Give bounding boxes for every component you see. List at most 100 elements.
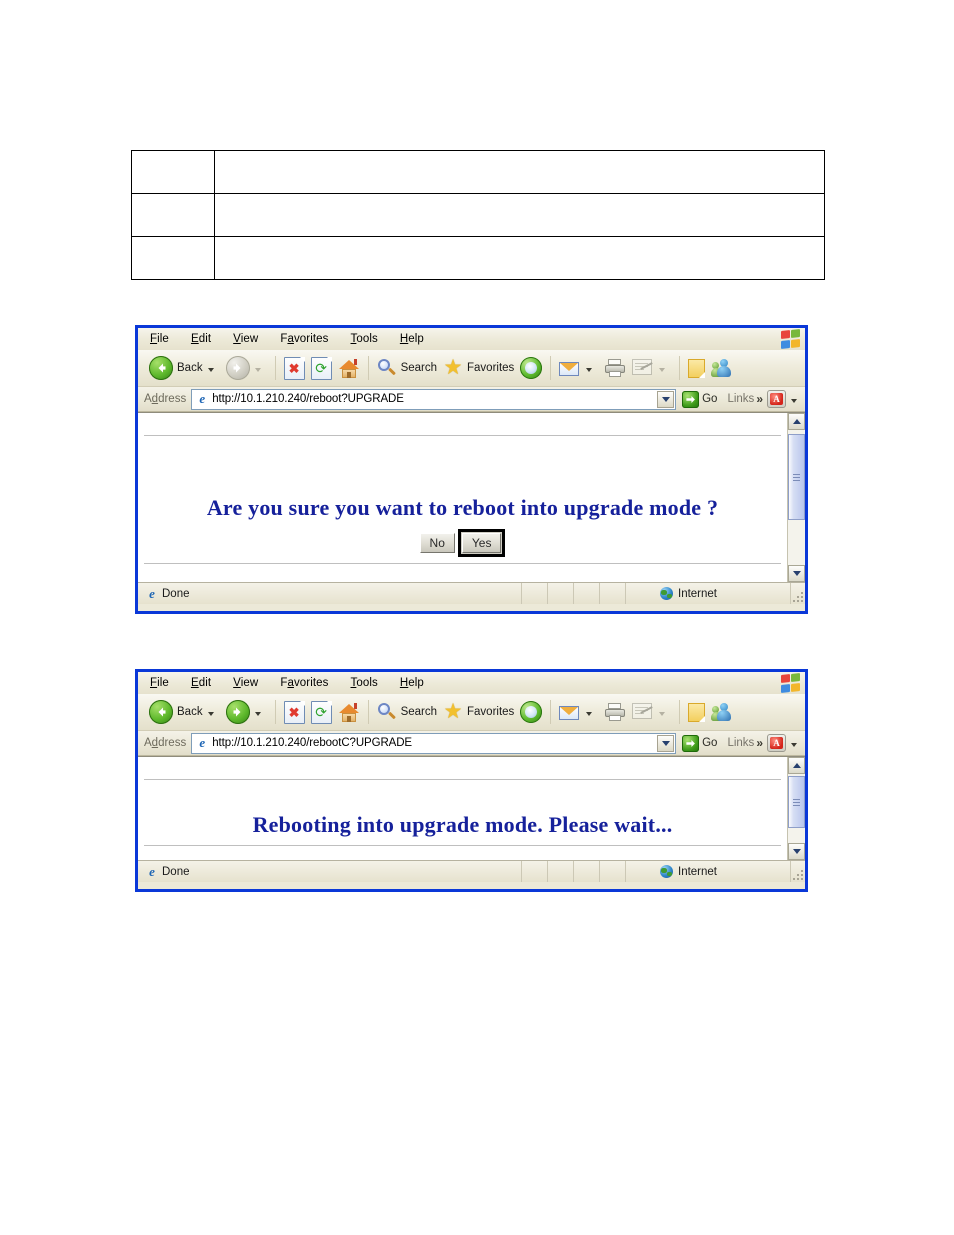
- media-button[interactable]: [517, 697, 545, 727]
- toolbar-divider: [679, 356, 681, 380]
- back-button-label: Back: [177, 362, 203, 374]
- adobe-pdf-icon[interactable]: A: [767, 390, 786, 408]
- mail-button[interactable]: [556, 697, 601, 727]
- home-icon: [338, 358, 360, 379]
- address-input[interactable]: e http://10.1.210.240/reboot?UPGRADE: [191, 388, 677, 410]
- scroll-up-button[interactable]: [788, 757, 805, 774]
- menu-item-tools[interactable]: Tools: [351, 677, 378, 689]
- menu-item-help[interactable]: Help: [400, 677, 424, 689]
- print-button[interactable]: [601, 353, 629, 383]
- status-segment: [548, 861, 574, 882]
- home-button[interactable]: [335, 697, 363, 727]
- edit-dropdown-icon: [659, 711, 666, 716]
- refresh-icon: ⟳: [310, 700, 332, 724]
- status-message: Done: [162, 587, 190, 600]
- scrollbar-grip-icon: [793, 472, 800, 483]
- menu-item-favorites[interactable]: Favorites: [280, 333, 328, 345]
- main-toolbar: Back ✖ ⟳ Search ★ Favorites: [138, 350, 805, 387]
- adobe-pdf-icon[interactable]: A: [767, 734, 786, 752]
- messenger-button[interactable]: [708, 697, 736, 727]
- favorites-button[interactable]: ★ Favorites: [440, 697, 517, 727]
- mail-button[interactable]: [556, 353, 601, 383]
- status-bar: e Done Internet: [138, 582, 805, 604]
- back-button[interactable]: Back: [146, 353, 223, 383]
- page-heading: Are you sure you want to reboot into upg…: [206, 495, 719, 520]
- scrollbar-track[interactable]: [788, 774, 805, 843]
- security-zone-cell: Internet: [626, 861, 791, 882]
- address-bar-label: Address: [144, 393, 187, 405]
- menu-item-view[interactable]: View: [233, 677, 258, 689]
- menu-item-file[interactable]: File: [150, 333, 169, 345]
- stop-icon: ✖: [283, 356, 305, 380]
- forward-dropdown-icon[interactable]: [254, 711, 261, 716]
- edit-button: [629, 697, 674, 727]
- print-icon: [604, 702, 626, 722]
- stop-button[interactable]: ✖: [281, 353, 308, 383]
- table-cell-value: [214, 236, 825, 280]
- refresh-button[interactable]: ⟳: [308, 697, 335, 727]
- go-button[interactable]: Go: [682, 734, 718, 752]
- links-label[interactable]: Links: [727, 393, 754, 405]
- edit-button: [629, 353, 674, 383]
- status-message: Done: [162, 865, 190, 878]
- address-input[interactable]: e http://10.1.210.240/rebootC?UPGRADE: [191, 732, 677, 754]
- scrollbar-track[interactable]: [788, 430, 805, 565]
- note-button[interactable]: [685, 697, 708, 727]
- globe-icon: [660, 865, 673, 878]
- search-button[interactable]: Search: [374, 697, 440, 727]
- forward-button[interactable]: [223, 697, 270, 727]
- vertical-scrollbar[interactable]: [787, 757, 805, 860]
- menu-item-favorites[interactable]: Favorites: [280, 677, 328, 689]
- scroll-up-button[interactable]: [788, 413, 805, 430]
- menu-item-edit[interactable]: Edit: [191, 677, 211, 689]
- search-button[interactable]: Search: [374, 353, 440, 383]
- mail-dropdown-icon[interactable]: [586, 367, 593, 372]
- note-button[interactable]: [685, 353, 708, 383]
- back-dropdown-icon[interactable]: [207, 711, 214, 716]
- address-dropdown-button[interactable]: [657, 390, 675, 408]
- menu-item-view[interactable]: View: [233, 333, 258, 345]
- resize-grip-icon[interactable]: [791, 583, 805, 604]
- menu-item-tools[interactable]: Tools: [351, 333, 378, 345]
- print-button[interactable]: [601, 697, 629, 727]
- edit-icon: [632, 359, 654, 377]
- scrollbar-thumb[interactable]: [788, 776, 805, 828]
- page-viewport: Rebooting into upgrade mode. Please wait…: [138, 756, 805, 860]
- edit-dropdown-icon: [659, 367, 666, 372]
- scroll-down-button[interactable]: [788, 565, 805, 582]
- stop-button[interactable]: ✖: [281, 697, 308, 727]
- messenger-icon: [711, 702, 733, 722]
- scrollbar-thumb[interactable]: [788, 434, 805, 520]
- pdf-dropdown-icon[interactable]: [791, 398, 797, 403]
- note-icon: [688, 702, 706, 722]
- status-segment: [600, 861, 626, 882]
- scroll-down-button[interactable]: [788, 843, 805, 860]
- address-dropdown-button[interactable]: [657, 734, 675, 752]
- table-cell-value: [214, 193, 825, 237]
- double-chevron-icon[interactable]: »: [756, 392, 763, 406]
- messenger-button[interactable]: [708, 353, 736, 383]
- mail-icon: [559, 360, 581, 377]
- go-button-label: Go: [702, 737, 718, 749]
- go-arrow-icon: [682, 734, 700, 752]
- table-row: [131, 193, 825, 237]
- ie-page-icon: e: [149, 585, 155, 601]
- go-button[interactable]: Go: [682, 390, 717, 408]
- menu-item-help[interactable]: Help: [400, 333, 424, 345]
- menu-item-file[interactable]: File: [150, 677, 169, 689]
- favorites-button[interactable]: ★ Favorites: [440, 353, 517, 383]
- no-button[interactable]: No: [419, 533, 455, 553]
- double-chevron-icon[interactable]: »: [756, 736, 763, 750]
- back-button[interactable]: Back: [146, 697, 223, 727]
- media-button[interactable]: [517, 353, 545, 383]
- back-dropdown-icon[interactable]: [207, 367, 214, 372]
- home-button[interactable]: [335, 353, 363, 383]
- refresh-button[interactable]: ⟳: [308, 353, 335, 383]
- menu-item-edit[interactable]: Edit: [191, 333, 211, 345]
- yes-button[interactable]: Yes: [461, 533, 502, 553]
- resize-grip-icon[interactable]: [791, 861, 805, 882]
- mail-dropdown-icon[interactable]: [586, 711, 593, 716]
- links-label[interactable]: Links: [727, 737, 754, 749]
- pdf-dropdown-icon[interactable]: [791, 742, 797, 747]
- vertical-scrollbar[interactable]: [787, 413, 805, 582]
